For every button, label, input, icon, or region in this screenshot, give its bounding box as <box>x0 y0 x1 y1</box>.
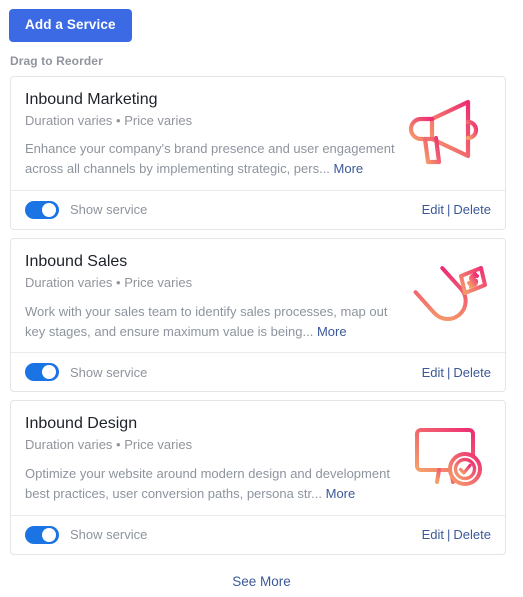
service-card-text: Inbound Marketing Duration varies • Pric… <box>25 90 405 179</box>
service-description: Enhance your company's brand presence an… <box>25 139 395 179</box>
show-service-label: Show service <box>70 364 148 380</box>
service-card-footer: Show service Edit | Delete <box>11 189 505 229</box>
service-actions: Edit | Delete <box>422 365 491 380</box>
service-card[interactable]: Inbound Design Duration varies • Price v… <box>10 400 506 555</box>
magnet-money-icon <box>405 254 491 340</box>
services-page: Add a Service Drag to Reorder Inbound Ma… <box>0 0 523 589</box>
service-card-footer: Show service Edit | Delete <box>11 352 505 391</box>
add-service-toolbar: Add a Service <box>0 0 523 42</box>
service-meta: Duration varies • Price varies <box>25 274 193 290</box>
service-description: Work with your sales team to identify sa… <box>25 302 395 342</box>
service-more-link[interactable]: More <box>326 486 356 501</box>
service-card-body: Inbound Marketing Duration varies • Pric… <box>11 77 505 190</box>
service-card-text: Inbound Design Duration varies • Price v… <box>25 414 405 503</box>
service-card-text: Inbound Sales Duration varies • Price va… <box>25 252 405 341</box>
service-card-footer: Show service Edit | Delete <box>11 514 505 554</box>
delete-link[interactable]: Delete <box>453 527 491 542</box>
edit-link[interactable]: Edit <box>422 365 444 380</box>
toggle-knob <box>42 202 56 217</box>
service-title: Inbound Sales <box>25 252 128 270</box>
toggle-knob <box>42 365 56 380</box>
service-card-body: Inbound Sales Duration varies • Price va… <box>11 239 505 352</box>
service-meta: Duration varies • Price varies <box>25 112 193 128</box>
service-actions: Edit | Delete <box>422 527 491 542</box>
service-title: Inbound Marketing <box>25 90 158 108</box>
see-more-link[interactable]: See More <box>232 574 291 589</box>
service-title: Inbound Design <box>25 415 138 433</box>
action-separator: | <box>447 202 451 218</box>
show-service-toggle-group[interactable]: Show service <box>25 525 148 544</box>
show-service-label: Show service <box>70 527 148 543</box>
delete-link[interactable]: Delete <box>453 202 491 217</box>
action-separator: | <box>447 364 451 380</box>
show-service-label: Show service <box>70 202 148 218</box>
show-service-toggle-group[interactable]: Show service <box>25 200 148 219</box>
see-more-container: See More <box>0 563 523 597</box>
service-card[interactable]: Inbound Marketing Duration varies • Pric… <box>10 75 506 230</box>
show-service-toggle[interactable] <box>25 363 59 382</box>
service-meta: Duration varies • Price varies <box>25 437 193 453</box>
show-service-toggle-group[interactable]: Show service <box>25 363 148 382</box>
edit-link[interactable]: Edit <box>422 202 444 217</box>
edit-link[interactable]: Edit <box>422 527 444 542</box>
drag-to-reorder-label: Drag to Reorder <box>10 53 103 68</box>
megaphone-icon <box>405 92 491 178</box>
service-card-list: Inbound Marketing Duration varies • Pric… <box>10 75 506 555</box>
monitor-check-icon <box>405 416 491 502</box>
service-description: Optimize your website around modern desi… <box>25 464 395 504</box>
service-card-body: Inbound Design Duration varies • Price v… <box>11 401 505 514</box>
service-card[interactable]: Inbound Sales Duration varies • Price va… <box>10 237 506 393</box>
toggle-knob <box>42 527 56 542</box>
service-actions: Edit | Delete <box>422 202 491 217</box>
service-more-link[interactable]: More <box>317 324 347 339</box>
add-service-button[interactable]: Add a Service <box>9 9 132 42</box>
show-service-toggle[interactable] <box>25 200 59 219</box>
action-separator: | <box>447 527 451 543</box>
show-service-toggle[interactable] <box>25 525 59 544</box>
delete-link[interactable]: Delete <box>453 365 491 380</box>
service-more-link[interactable]: More <box>334 161 364 176</box>
